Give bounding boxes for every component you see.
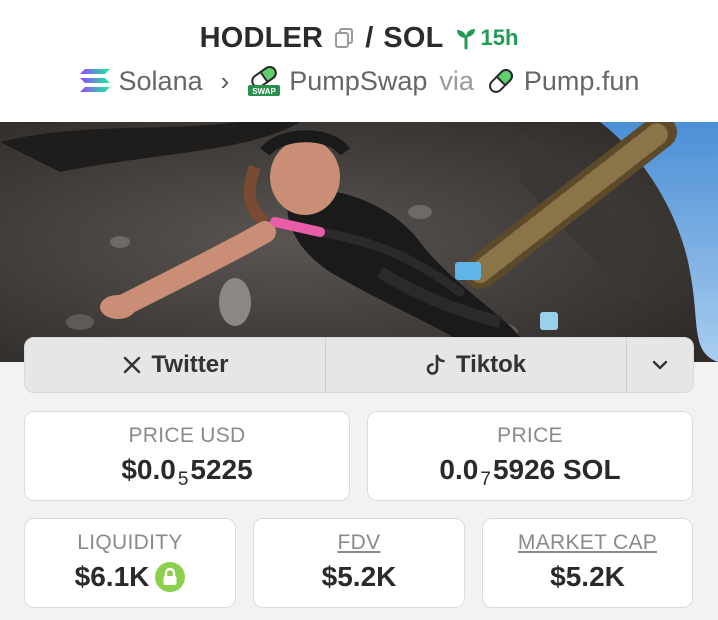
price-native-prefix: 0.0 [439,454,479,485]
price-usd-zero-count: 5 [177,469,189,490]
price-native-card: PRICE 0.0 7 5926 SOL [367,411,693,501]
pumpswap-icon: SWAP [248,65,281,96]
fdv-label[interactable]: FDV [254,531,464,555]
market-cap-card: MARKET CAP $5.2K [482,518,693,608]
dex-badge-text: SWAP [253,87,277,96]
pair-age: 15h [454,25,519,51]
quote-symbol: SOL [383,21,444,54]
more-links-button[interactable] [626,338,693,392]
token-banner-image [0,122,718,362]
copy-icon[interactable] [333,27,355,49]
market-cap-value: $5.2K [550,561,625,592]
tiktok-label: Tiktok [455,351,527,378]
chevron-down-icon [652,360,668,370]
price-usd-value: $0.0 5 5225 [25,454,349,490]
pair-separator: / [365,21,374,54]
price-native-zero-count: 7 [480,469,491,490]
sprout-icon [456,29,475,50]
liquidity-value: $6.1K [74,561,150,592]
price-usd-prefix: $0.0 [121,454,176,485]
liquidity-label: LIQUIDITY [77,531,183,554]
solana-icon [79,69,110,92]
via-label: via [439,65,474,96]
chain-link[interactable]: Solana [79,66,203,97]
chain-name: Solana [118,65,203,96]
liquidity-card: LIQUIDITY $6.1K [24,518,236,608]
price-native-label: PRICE [497,424,563,447]
launchpad-name: Pump.fun [523,65,640,96]
chevron-right-icon: › [220,65,230,96]
dex-link[interactable]: SWAP PumpSwap [247,65,427,97]
social-links-bar: Twitter Tiktok [24,337,694,393]
tiktok-button[interactable]: Tiktok [325,338,626,392]
pill-icon [488,69,513,93]
x-icon [123,356,140,374]
dex-name: PumpSwap [289,65,428,96]
price-usd-label: PRICE USD [128,424,246,447]
twitter-label: Twitter [151,351,229,378]
pair-age-value: 15h [480,25,519,50]
twitter-button[interactable]: Twitter [25,338,325,392]
fdv-value: $5.2K [321,561,397,592]
price-native-digits: 5926 SOL [492,454,621,485]
liquidity-value-row: $6.1K [25,561,235,593]
pair-header: HODLER / SOL 15h Solana › SWAP PumpSwap … [0,0,718,122]
pair-title: HODLER / SOL 15h [0,18,718,58]
token-symbol: HODLER [199,21,324,54]
launchpad-link[interactable]: Pump.fun [486,65,640,97]
market-cap-label[interactable]: MARKET CAP [483,531,692,555]
fdv-card: FDV $5.2K [253,518,465,608]
pair-source-breadcrumb: Solana › SWAP PumpSwap via Pump.fun [0,62,718,100]
lock-icon[interactable] [155,562,186,592]
price-usd-card: PRICE USD $0.0 5 5225 [24,411,350,501]
price-native-value: 0.0 7 5926 SOL [368,454,692,490]
tiktok-icon [426,354,445,375]
price-usd-digits: 5225 [190,454,253,485]
